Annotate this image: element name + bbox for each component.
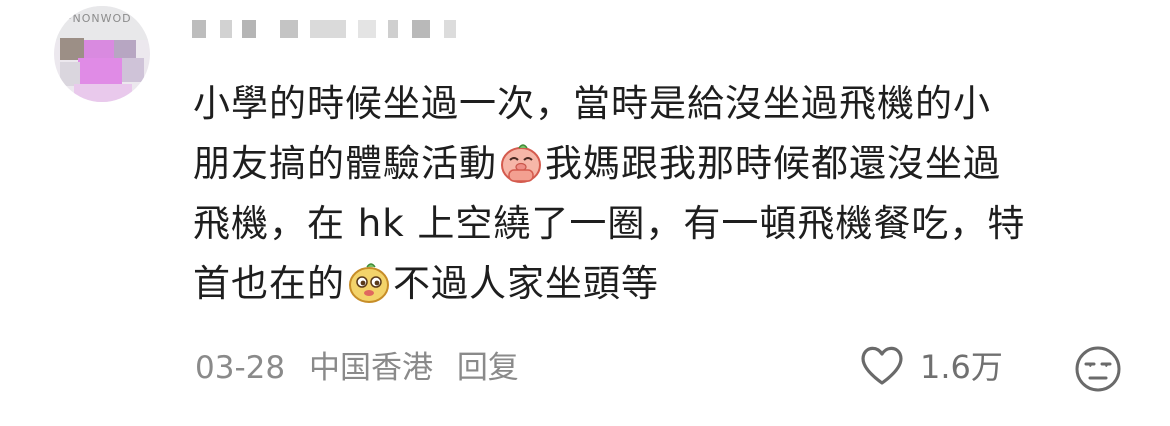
avatar[interactable]: ·NONWOD <box>54 6 150 102</box>
username-block <box>220 20 232 38</box>
avatar-pixel <box>78 58 122 84</box>
username-block <box>242 20 256 38</box>
comment-date: 03-28 <box>195 350 286 386</box>
avatar-pixel <box>74 84 132 102</box>
avatar-pixel <box>122 58 144 82</box>
username-block <box>412 20 430 38</box>
comment-meta: 03-28 中国香港 回复 <box>195 342 533 387</box>
comment-text: 小學的時候坐過一次，當時是給沒坐過飛機的小 朋友搞的體驗活動 我媽跟我那時候都還… <box>193 74 1123 314</box>
pig-praying-emoji <box>501 144 541 183</box>
username-redacted[interactable] <box>192 14 492 42</box>
like-button[interactable]: 1.6万 <box>858 340 1003 390</box>
comment-line: 首也在的 不過人家坐頭等 <box>193 254 1123 314</box>
comment-line: 飛機，在 hk 上空繞了一圈，有一頓飛機餐吃，特 <box>193 202 1026 245</box>
username-block <box>192 20 206 38</box>
like-count: 1.6万 <box>920 348 1003 386</box>
comment-fragment: 不過人家坐頭等 <box>393 262 659 305</box>
comment-fragment: 朋友搞的體驗活動 <box>193 142 497 185</box>
comment-item: ·NONWOD 小學的時候坐過一次，當時是給沒坐過飛機的小 朋友搞的體驗活動 我… <box>0 0 1170 426</box>
comment-line: 小學的時候坐過一次，當時是給沒坐過飛機的小 <box>193 82 991 125</box>
reply-button[interactable]: 回复 <box>457 350 519 386</box>
avatar-pixel <box>60 38 84 60</box>
comment-fragment: 我媽跟我那時候都還沒坐過 <box>545 142 1001 185</box>
username-block <box>444 20 456 38</box>
comment-line: 朋友搞的體驗活動 我媽跟我那時候都還沒坐過 <box>193 134 1123 194</box>
comment-fragment: 首也在的 <box>193 262 345 305</box>
heart-outline-icon <box>861 346 903 385</box>
comment-location: 中国香港 <box>308 350 433 386</box>
avatar-text-fragment: ·NONWOD <box>68 12 132 25</box>
username-block <box>280 20 298 38</box>
username-block <box>358 20 376 38</box>
username-block <box>310 20 346 38</box>
username-block <box>388 20 398 38</box>
unamused-face-icon[interactable] <box>1074 345 1122 393</box>
smug-potato-emoji <box>349 263 389 303</box>
avatar-pixel <box>60 62 80 86</box>
